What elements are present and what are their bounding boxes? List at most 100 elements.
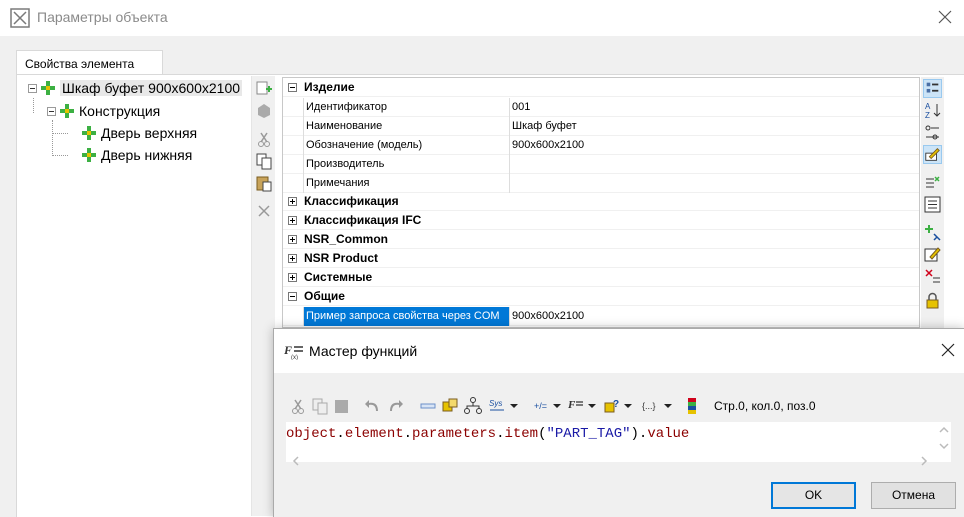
copy-icon[interactable] — [255, 152, 273, 170]
expand-icon[interactable] — [288, 216, 297, 225]
tree-construction-label[interactable]: Конструкция — [79, 103, 160, 119]
collapse-icon[interactable] — [28, 83, 37, 93]
property-row[interactable]: Обозначение (модель) 900x600x2100 — [283, 135, 919, 155]
category-row[interactable]: Изделие — [283, 78, 919, 97]
cancel-button[interactable]: Отмена — [871, 482, 956, 509]
braces-dropdown-icon[interactable]: {...} — [642, 397, 674, 415]
collapse-icon[interactable] — [47, 106, 56, 116]
property-row[interactable]: Производитель — [283, 154, 919, 174]
add-property-icon[interactable] — [923, 223, 942, 242]
categorized-icon[interactable] — [923, 79, 942, 98]
copy-icon[interactable] — [311, 397, 329, 415]
lock-icon[interactable] — [923, 291, 942, 310]
cut-icon[interactable] — [255, 130, 273, 148]
scroll-left-icon[interactable] — [290, 455, 302, 467]
category-label: Общие — [304, 289, 345, 303]
svg-text:Z: Z — [925, 111, 930, 120]
undo-icon[interactable] — [364, 397, 382, 415]
category-label: Классификация IFC — [304, 213, 422, 227]
tree-toolbar — [251, 76, 275, 516]
dialog-title-bar: F (x) Мастер функций — [274, 329, 964, 373]
list-icon[interactable] — [923, 195, 942, 214]
comment-icon[interactable] — [419, 397, 437, 415]
edit-property-icon[interactable] — [923, 245, 942, 264]
property-value[interactable]: 001 — [509, 97, 919, 117]
scroll-right-icon[interactable] — [918, 455, 930, 467]
operators-dropdown-icon[interactable]: +/= — [533, 397, 563, 415]
cut-icon[interactable] — [289, 397, 307, 415]
property-name: Обозначение (модель) — [303, 135, 509, 155]
delete-property-icon[interactable] — [923, 267, 942, 286]
expand-icon[interactable] — [288, 197, 297, 206]
property-value[interactable]: Шкаф буфет — [509, 116, 919, 136]
category-row[interactable]: Классификация IFC — [283, 211, 919, 230]
tree-root-row[interactable]: Шкаф буфет 900x600x2100 — [28, 78, 243, 98]
edit-mode-icon[interactable] — [923, 145, 942, 164]
redo-icon[interactable] — [386, 397, 404, 415]
property-value[interactable]: 900x600x2100 — [509, 135, 919, 155]
tree-door-top-row[interactable]: Дверь верхняя — [82, 123, 197, 143]
category-label: Изделие — [304, 80, 355, 94]
expand-icon[interactable] — [288, 273, 297, 282]
svg-text:(x): (x) — [291, 355, 298, 360]
paste-icon[interactable] — [255, 174, 273, 192]
property-name: Идентификатор — [303, 97, 509, 117]
paste-icon[interactable] — [333, 397, 351, 415]
tab-element-properties[interactable]: Свойства элемента — [16, 50, 163, 75]
property-value[interactable]: 900x600x2100 — [509, 306, 919, 326]
property-row[interactable]: Примечания — [283, 173, 919, 193]
component-node-icon — [82, 148, 96, 162]
property-toolbar: AZ — [921, 77, 944, 328]
property-value[interactable] — [509, 154, 919, 174]
function-icon: F (x) — [284, 343, 303, 360]
close-icon[interactable] — [936, 8, 954, 26]
expand-icon[interactable] — [288, 254, 297, 263]
category-row[interactable]: Системные — [283, 268, 919, 287]
category-row[interactable]: NSR Product — [283, 249, 919, 268]
property-row[interactable]: Идентификатор 001 — [283, 97, 919, 117]
scroll-up-icon[interactable] — [938, 424, 950, 436]
property-grid: Изделие Идентификатор 001 Наименование Ш… — [282, 77, 920, 328]
property-value[interactable] — [509, 173, 919, 193]
cursor-position-status: Стр.0, кол.0, поз.0 — [714, 399, 816, 413]
tree-door-bottom-row[interactable]: Дверь нижняя — [82, 145, 192, 165]
property-name: Производитель — [303, 154, 509, 174]
formula-code[interactable]: object.element.parameters.item("PART_TAG… — [286, 426, 689, 442]
function-wizard-dialog: F (x) Мастер функций Sys +/= F ? {...} С… — [273, 328, 964, 517]
tree-root-label[interactable]: Шкаф буфет 900x600x2100 — [60, 80, 243, 96]
category-label: NSR Product — [304, 251, 379, 265]
category-row[interactable]: Классификация — [283, 192, 919, 211]
property-row[interactable]: Наименование Шкаф буфет — [283, 116, 919, 136]
tree-construction-row[interactable]: Конструкция — [47, 101, 160, 121]
parts-icon[interactable] — [255, 102, 273, 120]
property-row-selected[interactable]: Пример запроса свойства через COM 900x60… — [283, 306, 919, 326]
category-label: Системные — [304, 270, 373, 284]
collapse-icon[interactable] — [288, 292, 297, 301]
tree-door-bottom-label[interactable]: Дверь нижняя — [101, 147, 192, 163]
svg-text:Sys: Sys — [489, 399, 502, 408]
category-row[interactable]: Общие — [283, 287, 919, 306]
tree-structure-icon[interactable] — [463, 397, 483, 415]
scroll-down-icon[interactable] — [938, 440, 950, 452]
help-object-dropdown-icon[interactable]: ? — [604, 397, 634, 415]
color-bars-icon[interactable] — [686, 397, 698, 415]
object-icon[interactable] — [441, 397, 459, 415]
collapse-icon[interactable] — [288, 83, 297, 92]
category-row[interactable]: NSR_Common — [283, 230, 919, 249]
close-icon[interactable] — [940, 342, 956, 358]
formula-editor[interactable]: object.element.parameters.item("PART_TAG… — [286, 422, 951, 462]
category-label: Классификация — [304, 194, 399, 208]
tree-door-top-label[interactable]: Дверь верхняя — [101, 125, 197, 141]
properties-icon[interactable] — [923, 123, 942, 142]
property-name: Примечания — [303, 173, 509, 193]
window-title: Параметры объекта — [37, 9, 168, 25]
delete-icon[interactable] — [255, 202, 273, 220]
sort-alpha-icon[interactable]: AZ — [923, 101, 942, 120]
component-node-icon — [82, 126, 96, 140]
check-list-icon[interactable] — [923, 173, 942, 192]
sys-dropdown-icon[interactable]: Sys — [488, 397, 520, 415]
add-element-icon[interactable] — [255, 80, 273, 98]
ok-button[interactable]: OK — [771, 482, 856, 509]
expand-icon[interactable] — [288, 235, 297, 244]
functions-dropdown-icon[interactable]: F — [568, 397, 598, 415]
